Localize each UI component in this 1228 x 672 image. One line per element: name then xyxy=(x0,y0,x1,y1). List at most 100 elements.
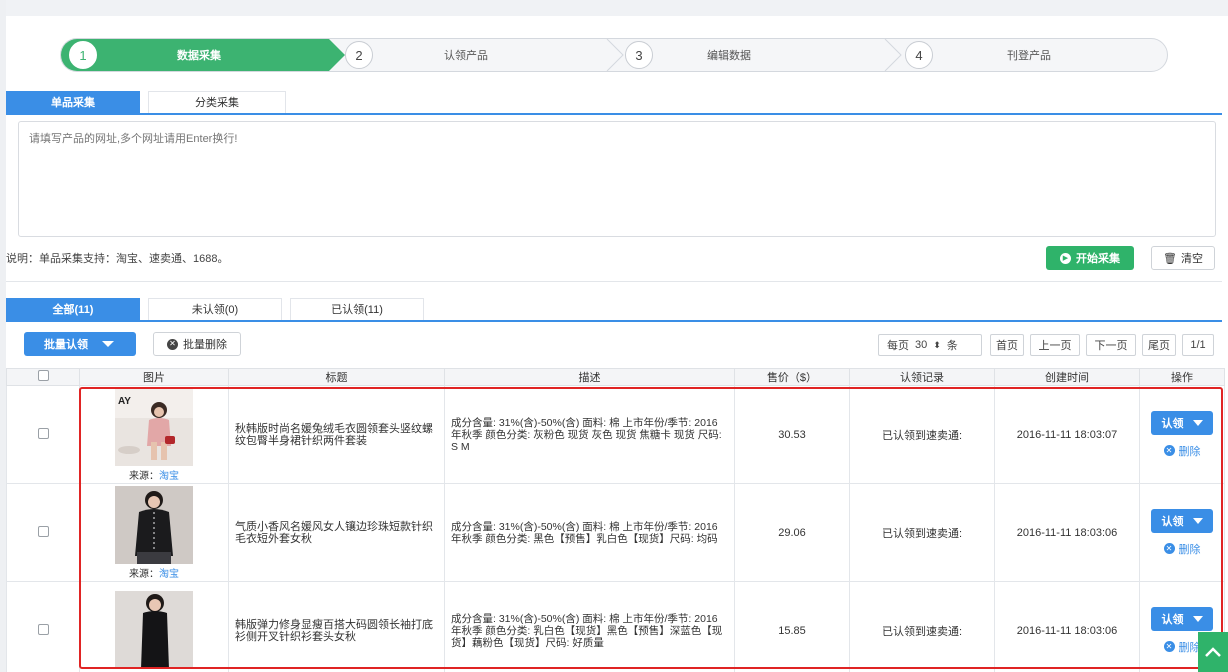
table-row: 韩版弹力修身显瘦百搭大码圆领长袖打底衫侧开叉针织衫套头女秋 成分含量: 31%(… xyxy=(6,581,1225,672)
product-thumbnail[interactable]: AY xyxy=(115,387,193,466)
source-label: 来源： xyxy=(129,568,159,580)
trash-icon: 🗑 xyxy=(1163,252,1177,265)
thumb-logo-text: AY xyxy=(118,396,131,407)
step-4-number: 4 xyxy=(905,41,933,69)
first-page-button[interactable]: 首页 xyxy=(990,334,1024,356)
last-page-button[interactable]: 尾页 xyxy=(1142,334,1176,356)
row-checkbox[interactable] xyxy=(37,427,49,439)
close-circle-icon: ✕ xyxy=(1163,445,1175,456)
claim-record: 已认领到速卖通: xyxy=(849,385,995,484)
batch-delete-button[interactable]: ✕ 批量删除 xyxy=(153,332,241,356)
claim-label: 认领 xyxy=(1161,613,1184,626)
status-tabs: 全部(11) 未认领(0) 已认领(11) xyxy=(6,298,424,320)
product-price: 15.85 xyxy=(734,581,850,672)
claim-label: 认领 xyxy=(1161,417,1184,430)
product-desc: 成分含量: 31%(含)-50%(含) 面料: 棉 上市年份/季节: 2016年… xyxy=(451,612,723,649)
step-2-label: 认领产品 xyxy=(444,50,488,62)
source-link[interactable]: 淘宝 xyxy=(159,471,179,482)
product-desc: 成分含量: 31%(含)-50%(含) 面料: 棉 上市年份/季节: 2016年… xyxy=(451,520,718,545)
col-title: 标题 xyxy=(228,368,445,386)
product-table: 图片 标题 描述 售价（$） 认领记录 创建时间 操作 AY 来源：淘宝 秋韩版… xyxy=(6,368,1225,672)
source-link[interactable]: 淘宝 xyxy=(159,569,179,580)
clear-button[interactable]: 🗑 清空 xyxy=(1151,246,1215,270)
step-3-number: 3 xyxy=(625,41,653,69)
per-page-select[interactable]: 每页 30 ⬍ 条 xyxy=(878,334,982,356)
row-checkbox[interactable] xyxy=(37,525,49,537)
per-page-suffix: 条 xyxy=(946,340,958,352)
step-2-number: 2 xyxy=(345,41,373,69)
created-time: 2016-11-11 18:03:07 xyxy=(994,385,1140,484)
product-title: 秋韩版时尚名媛兔绒毛衣圆领套头竖纹螺纹包臀半身裙针织两件套装 xyxy=(235,422,433,447)
play-icon: ▶ xyxy=(1060,252,1071,264)
col-created: 创建时间 xyxy=(994,368,1140,386)
tab-category-collect[interactable]: 分类采集 xyxy=(148,91,286,113)
tab-underline-2 xyxy=(6,320,1222,322)
divider xyxy=(6,281,1222,282)
col-image: 图片 xyxy=(79,368,229,386)
batch-claim-label: 批量认领 xyxy=(44,339,88,351)
source-label: 来源： xyxy=(129,470,159,482)
product-price: 30.53 xyxy=(734,385,850,484)
collect-tabs: 单品采集 分类采集 xyxy=(6,91,286,113)
claim-record: 已认领到速卖通: xyxy=(849,483,995,582)
close-circle-icon: ✕ xyxy=(1163,543,1175,554)
product-title: 气质小香风名媛风女人镶边珍珠短款针织毛衣短外套女秋 xyxy=(235,520,433,545)
chevron-down-icon xyxy=(102,341,114,347)
step-1-number: 1 xyxy=(69,41,97,69)
claim-record: 已认领到速卖通: xyxy=(849,581,995,672)
select-all-checkbox[interactable] xyxy=(37,370,49,381)
product-source: 来源：淘宝 xyxy=(80,467,228,482)
col-actions: 操作 xyxy=(1139,368,1225,386)
step-4[interactable]: 4 刊登产品 xyxy=(897,39,1167,71)
claim-button[interactable]: 认领 xyxy=(1151,410,1213,435)
clear-label: 清空 xyxy=(1180,253,1203,265)
scroll-to-top-button[interactable] xyxy=(1198,632,1228,672)
delete-link[interactable]: ✕ 删除 xyxy=(1140,443,1224,459)
chevron-down-icon xyxy=(1192,419,1203,426)
start-collect-label: 开始采集 xyxy=(1076,253,1120,265)
tab-claimed[interactable]: 已认领(11) xyxy=(290,298,424,320)
product-source: 来源：淘宝 xyxy=(80,565,228,580)
step-1[interactable]: 1 数据采集 xyxy=(61,39,329,71)
tab-unclaimed[interactable]: 未认领(0) xyxy=(148,298,282,320)
url-input[interactable] xyxy=(18,121,1216,237)
claim-label: 认领 xyxy=(1161,515,1184,528)
close-circle-icon: ✕ xyxy=(167,338,178,350)
collect-note: 说明：单品采集支持：淘宝、速卖通、1688。 xyxy=(6,253,229,265)
chevron-down-icon xyxy=(1192,517,1203,524)
step-3-label: 编辑数据 xyxy=(707,50,751,62)
delete-link[interactable]: ✕ 删除 xyxy=(1140,541,1224,557)
start-collect-button[interactable]: ▶ 开始采集 xyxy=(1046,246,1134,270)
sort-icon: ⬍ xyxy=(933,339,941,350)
tab-single-collect[interactable]: 单品采集 xyxy=(6,91,140,113)
created-time: 2016-11-11 18:03:06 xyxy=(994,483,1140,582)
close-circle-icon: ✕ xyxy=(1163,641,1175,652)
product-thumbnail[interactable] xyxy=(115,591,193,669)
row-checkbox[interactable] xyxy=(37,623,49,635)
batch-delete-label: 批量删除 xyxy=(183,339,227,351)
product-title: 韩版弹力修身显瘦百搭大码圆领长袖打底衫侧开叉针织衫套头女秋 xyxy=(235,618,433,643)
prev-page-button[interactable]: 上一页 xyxy=(1030,334,1080,356)
step-progress: 1 数据采集 2 认领产品 3 编辑数据 4 刊登产品 xyxy=(60,38,1168,72)
product-thumbnail[interactable] xyxy=(115,485,193,564)
top-strip xyxy=(0,0,1228,16)
created-time: 2016-11-11 18:03:06 xyxy=(994,581,1140,672)
col-price: 售价（$） xyxy=(734,368,850,386)
step-3[interactable]: 3 编辑数据 xyxy=(617,39,897,71)
step-2[interactable]: 2 认领产品 xyxy=(337,39,617,71)
product-desc: 成分含量: 31%(含)-50%(含) 面料: 棉 上市年份/季节: 2016年… xyxy=(451,416,722,453)
batch-claim-button[interactable]: 批量认领 xyxy=(24,332,136,356)
delete-label: 删除 xyxy=(1178,543,1201,556)
tab-underline xyxy=(6,113,1222,115)
claim-button[interactable]: 认领 xyxy=(1151,508,1213,533)
table-row: 来源：淘宝 气质小香风名媛风女人镶边珍珠短款针织毛衣短外套女秋 成分含量: 31… xyxy=(6,483,1225,582)
col-record: 认领记录 xyxy=(849,368,995,386)
tab-all[interactable]: 全部(11) xyxy=(6,298,140,320)
claim-button[interactable]: 认领 xyxy=(1151,606,1213,631)
col-desc: 描述 xyxy=(444,368,735,386)
next-page-button[interactable]: 下一页 xyxy=(1086,334,1136,356)
per-page-value: 30 xyxy=(915,339,928,351)
delete-label: 删除 xyxy=(1178,445,1201,458)
product-price: 29.06 xyxy=(734,483,850,582)
page-indicator: 1/1 xyxy=(1182,334,1214,356)
